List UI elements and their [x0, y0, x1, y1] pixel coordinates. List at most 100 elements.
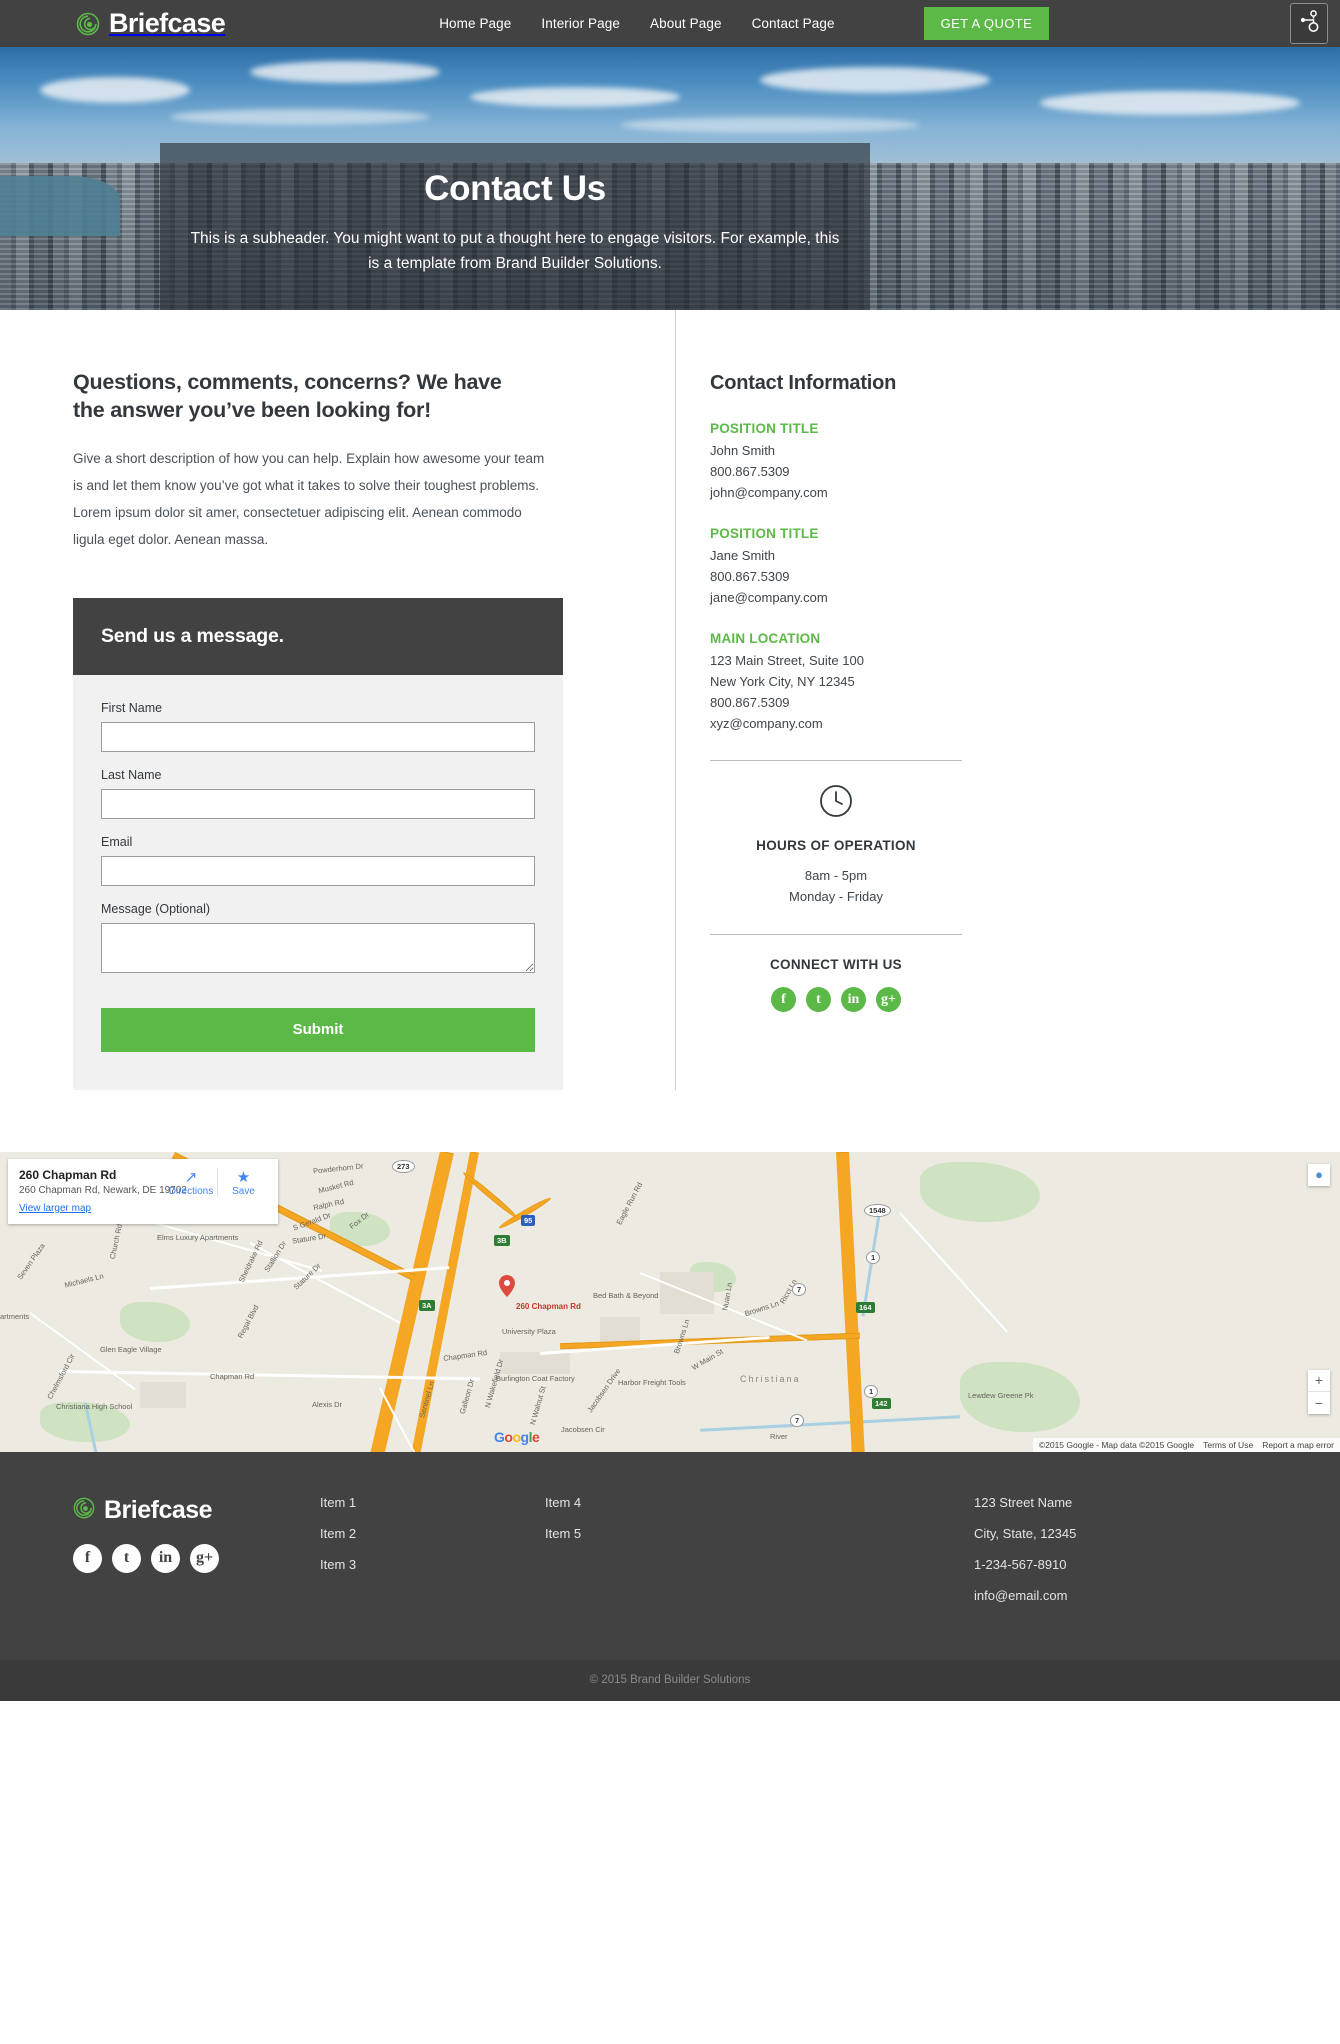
save-button[interactable]: ★ Save — [217, 1168, 269, 1197]
message-label: Message (Optional) — [101, 901, 211, 916]
submit-button[interactable]: Submit — [101, 1007, 535, 1052]
contact-group-1-email[interactable]: john@company.com — [710, 482, 1055, 503]
footer-social-row: f t in g+ — [73, 1543, 320, 1573]
map-zoom-controls[interactable]: + − — [1308, 1369, 1330, 1414]
map-pin-label: 260 Chapman Rd — [516, 1301, 581, 1311]
message-textarea[interactable] — [101, 922, 535, 973]
googleplus-icon[interactable]: g+ — [876, 987, 901, 1013]
nav-item-contact-page[interactable]: Contact Page — [752, 16, 835, 31]
map-street-label: Glen Eagle Village — [100, 1344, 162, 1354]
copyright-text: © 2015 Brand Builder Solutions — [589, 1674, 751, 1687]
footer-email[interactable]: info@email.com — [974, 1589, 1274, 1602]
contact-form-card: Send us a message. First Name Last Name … — [73, 597, 563, 1090]
map-pin-icon[interactable] — [499, 1274, 515, 1297]
contact-group-2: POSITION TITLE Jane Smith 800.867.5309 j… — [710, 526, 1055, 608]
hubspot-sprocket-button[interactable] — [1290, 3, 1328, 44]
footer-address-column: 123 Street Name City, State, 12345 1-234… — [974, 1496, 1274, 1620]
hours-of-operation-block: HOURS OF OPERATION 8am - 5pm Monday - Fr… — [710, 761, 962, 908]
map-route-shield: 1 — [866, 1250, 881, 1264]
nav-item-about-page[interactable]: About Page — [650, 16, 722, 31]
zoom-in-button[interactable]: + — [1308, 1370, 1330, 1392]
footer-logo[interactable]: Briefcase — [73, 1496, 320, 1525]
field-first-name: First Name — [101, 701, 535, 752]
footer-brand: Briefcase f t in g+ — [0, 1496, 320, 1620]
contact-form-body: First Name Last Name Email Message (Opti… — [73, 674, 563, 1090]
contact-group-2-email[interactable]: jane@company.com — [710, 587, 1055, 608]
first-name-label: First Name — [101, 700, 163, 715]
contact-group-main-location: MAIN LOCATION 123 Main Street, Suite 100… — [710, 631, 1055, 734]
contact-group-2-heading: POSITION TITLE — [710, 526, 819, 542]
contact-group-1-heading: POSITION TITLE — [710, 421, 819, 436]
googleplus-icon[interactable]: g+ — [190, 1543, 219, 1573]
view-larger-map-link[interactable]: View larger map — [19, 1203, 91, 1214]
google-map-embed[interactable]: 260 Chapman Rd 260 Chapman Rd 260 Chapma… — [0, 1151, 1340, 1452]
main-navigation: Home Page Interior Page About Page Conta… — [439, 16, 834, 31]
map-street-label: University Plaza — [502, 1326, 556, 1336]
hero-banner: Contact Us This is a subheader. You migh… — [0, 47, 1340, 310]
last-name-input[interactable] — [101, 788, 535, 819]
map-street-label: Bed Bath & Beyond — [593, 1290, 659, 1300]
linkedin-icon[interactable]: in — [841, 987, 866, 1013]
map-route-shield: 3A — [419, 1299, 435, 1311]
main-location-email[interactable]: xyz@company.com — [710, 713, 1055, 734]
map-street-label: Alexis Dr — [312, 1399, 343, 1409]
contact-group-1-phone[interactable]: 800.867.5309 — [710, 461, 1055, 482]
contact-group-2-name: Jane Smith — [710, 548, 776, 564]
footer-link-item-1[interactable]: Item 1 — [320, 1496, 545, 1509]
zoom-out-button[interactable]: − — [1308, 1392, 1330, 1414]
pegman-icon: ● — [1315, 1167, 1323, 1183]
main-location-city: New York City, NY 12345 — [710, 674, 855, 690]
footer-city: City, State, 12345 — [974, 1525, 1077, 1541]
map-street-label: River — [770, 1431, 788, 1441]
footer-link-item-4[interactable]: Item 4 — [545, 1496, 770, 1509]
footer-link-item-3[interactable]: Item 3 — [320, 1558, 545, 1571]
field-email: Email — [101, 835, 535, 886]
hours-line-1: 8am - 5pm — [804, 868, 868, 884]
map-route-shield: 142 — [872, 1397, 891, 1409]
twitter-icon[interactable]: t — [806, 987, 831, 1013]
contact-group-1-name: John Smith — [710, 443, 776, 458]
map-street-label: Christiana — [740, 1373, 801, 1384]
footer-phone[interactable]: 1-234-567-8910 — [974, 1558, 1274, 1571]
hours-title: HOURS OF OPERATION — [756, 838, 916, 854]
map-route-shield: 1548 — [864, 1203, 891, 1217]
street-view-pegman-button[interactable]: ● — [1308, 1163, 1330, 1186]
map-street-label: Elms Luxury Apartments — [157, 1232, 239, 1242]
footer-link-item-5[interactable]: Item 5 — [545, 1527, 770, 1540]
main-content: Questions, comments, concerns? We have t… — [0, 310, 1340, 1090]
connect-title: CONNECT WITH US — [770, 957, 902, 973]
spiral-circle-icon — [76, 12, 100, 36]
logo-text: Briefcase — [109, 8, 226, 38]
copyright-bar: © 2015 Brand Builder Solutions — [0, 1659, 1340, 1701]
contact-group-2-phone[interactable]: 800.867.5309 — [710, 566, 1055, 587]
directions-button[interactable]: ↗ Directions — [165, 1169, 217, 1197]
map-route-shield: 273 — [392, 1159, 415, 1173]
report-map-error-link[interactable]: Report a map error — [1262, 1440, 1334, 1450]
linkedin-icon[interactable]: in — [151, 1543, 180, 1573]
map-attribution-bar: ©2015 Google - Map data ©2015 Google Ter… — [1032, 1437, 1340, 1452]
connect-with-us-block: CONNECT WITH US f t in g+ — [710, 935, 962, 1013]
hero-subheader: This is a subheader. You might want to p… — [190, 230, 840, 273]
footer-street: 123 Street Name — [974, 1494, 1073, 1510]
facebook-icon[interactable]: f — [73, 1543, 102, 1573]
hero-water — [0, 176, 120, 237]
lead-heading: Questions, comments, concerns? We have t… — [73, 370, 502, 423]
first-name-input[interactable] — [101, 721, 535, 752]
social-links-row: f t in g+ — [710, 987, 962, 1013]
nav-item-interior-page[interactable]: Interior Page — [541, 16, 620, 31]
hero-text-panel: Contact Us This is a subheader. You migh… — [160, 143, 870, 310]
site-logo[interactable]: Briefcase — [76, 8, 226, 38]
terms-of-use-link[interactable]: Terms of Use — [1203, 1440, 1253, 1450]
main-location-phone[interactable]: 800.867.5309 — [710, 692, 1055, 713]
map-route-shield: 7 — [790, 1413, 805, 1427]
twitter-icon[interactable]: t — [112, 1543, 141, 1573]
map-route-shield: 3B — [494, 1234, 510, 1246]
facebook-icon[interactable]: f — [771, 987, 796, 1013]
email-input[interactable] — [101, 855, 535, 886]
nav-item-home-page[interactable]: Home Page — [439, 16, 511, 31]
lead-paragraph: Give a short description of how you can … — [73, 450, 545, 547]
map-street-label: Burlington Coat Factory — [496, 1373, 575, 1383]
contact-form-title: Send us a message. — [101, 624, 284, 647]
get-a-quote-button[interactable]: GET A QUOTE — [923, 7, 1050, 40]
footer-link-item-2[interactable]: Item 2 — [320, 1527, 545, 1540]
